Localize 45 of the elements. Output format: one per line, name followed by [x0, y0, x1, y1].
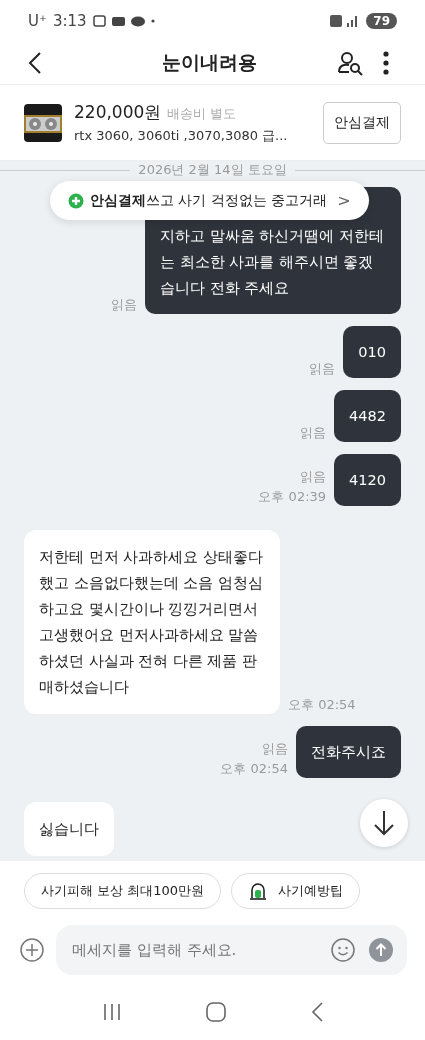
carrier: U⁺	[28, 12, 47, 30]
message-time: 오후 02:54	[220, 760, 288, 778]
more-icon[interactable]	[383, 51, 389, 75]
read-receipt: 읽음	[300, 424, 327, 442]
user-search-icon[interactable]	[337, 50, 363, 76]
message-time: 오후 02:54	[288, 696, 356, 714]
price: 220,000원	[74, 100, 162, 124]
plus-icon	[68, 192, 84, 209]
clock: 3:13	[52, 12, 87, 30]
chevron-icon: >	[337, 191, 351, 210]
arrow-down-icon	[373, 810, 395, 836]
scroll-down-button[interactable]	[360, 799, 408, 847]
product-name: rtx 3060, 3060ti ,3070,3080 급...	[74, 126, 289, 145]
emoji-icon[interactable]	[331, 938, 355, 962]
chat-bubble-icon	[130, 15, 145, 27]
battery-indicator: 79	[366, 13, 397, 29]
shipping-note: 배송비 별도	[167, 104, 237, 123]
date-separator: 2026년 2월 14일 토요일	[138, 161, 287, 179]
message-time: 오후 02:39	[258, 488, 327, 506]
screenshot-icon	[92, 15, 106, 27]
dot-icon	[150, 19, 155, 23]
send-icon[interactable]	[369, 938, 393, 962]
quick-chip[interactable]: 사기예방팁	[231, 873, 361, 909]
safe-pay-button[interactable]: 안심결제	[323, 101, 401, 144]
message-bubble: 010	[343, 326, 401, 378]
back-icon[interactable]	[28, 51, 42, 75]
read-receipt: 읽음	[300, 468, 327, 486]
message-bubble: 싫습니다	[24, 802, 114, 856]
voicemail-icon	[111, 16, 125, 26]
home-icon[interactable]	[206, 1001, 227, 1022]
message-bubble: 4482	[334, 390, 401, 442]
message-bubble: 저한테 먼저 사과하세요 상태좋다 했고 소음없다했는데 소음 엄청심하고요 몇시간이나 낑낑거리면서 고생했어요 먼저사과하세요 말씀하셨던 사실과 전혀 다른 제품 판매하셨습니다	[24, 530, 280, 714]
read-receipt: 읽음	[111, 296, 137, 314]
quick-chip[interactable]: 사기피해 보상 최대100만원	[24, 873, 222, 909]
recent-apps-icon[interactable]	[102, 1002, 123, 1021]
message-field[interactable]: 메세지를 입력해 주세요.	[56, 925, 407, 975]
message-bubble: 전화주시죠	[296, 726, 401, 778]
message-bubble: 4120	[334, 454, 401, 506]
message-input[interactable]: 메세지를 입력해 주세요.	[70, 940, 317, 960]
safe-pay-banner[interactable]: 안심결제쓰고 사기 걱정없는 중고거래 >	[50, 181, 369, 220]
back-nav-icon[interactable]	[310, 1001, 323, 1022]
read-receipt: 읽음	[309, 360, 336, 378]
chat-title: 눈이내려용	[161, 50, 258, 75]
read-receipt: 읽음	[262, 740, 288, 758]
add-icon[interactable]	[20, 938, 44, 962]
